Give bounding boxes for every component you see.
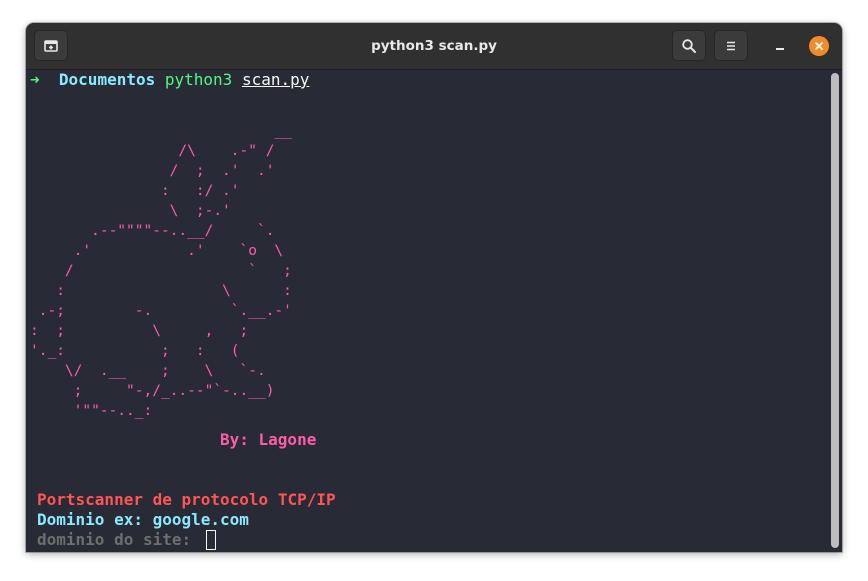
- search-icon: [682, 38, 696, 53]
- rabbit-ascii-art: __ /\ .-" / / ; .' .' : :/ .' \ ;-.' .--…: [30, 123, 292, 419]
- text-cursor: [206, 530, 216, 550]
- prompt-line: ➜ Documentos python3 scan.py: [30, 70, 309, 90]
- hamburger-menu-icon: [727, 41, 735, 50]
- scanner-title: Portscanner de protocolo TCP/IP: [37, 490, 336, 509]
- example-domain: google.com: [152, 510, 249, 529]
- close-button[interactable]: [809, 36, 829, 56]
- new-tab-button[interactable]: [34, 30, 68, 61]
- minimize-icon: [776, 48, 784, 50]
- byline: By: Lagone: [220, 430, 316, 450]
- input-line: dominio do site:: [37, 530, 191, 550]
- menu-button[interactable]: [714, 30, 748, 61]
- example-line: Dominio ex: google.com: [37, 510, 249, 530]
- domain-input-prompt: dominio do site:: [37, 530, 192, 549]
- command-name: python3: [164, 70, 233, 89]
- command-argument: scan.py: [241, 70, 310, 89]
- minimize-button[interactable]: [768, 33, 792, 57]
- terminal-window: python3 scan.py ➜ Documentos python3 sca…: [26, 23, 842, 552]
- new-tab-icon: [44, 39, 58, 52]
- title-bar: python3 scan.py: [26, 23, 842, 70]
- close-icon: [815, 42, 823, 50]
- search-button[interactable]: [672, 30, 706, 61]
- author-credit: By: Lagone: [220, 430, 317, 449]
- prompt-directory: Documentos: [58, 70, 156, 89]
- example-label: Dominio ex:: [37, 510, 143, 529]
- terminal-output[interactable]: ➜ Documentos python3 scan.py __ /\ .-" /…: [26, 70, 826, 552]
- scrollbar[interactable]: [831, 73, 839, 548]
- scanner-title-line: Portscanner de protocolo TCP/IP: [37, 490, 336, 510]
- prompt-arrow-icon: ➜: [30, 70, 40, 89]
